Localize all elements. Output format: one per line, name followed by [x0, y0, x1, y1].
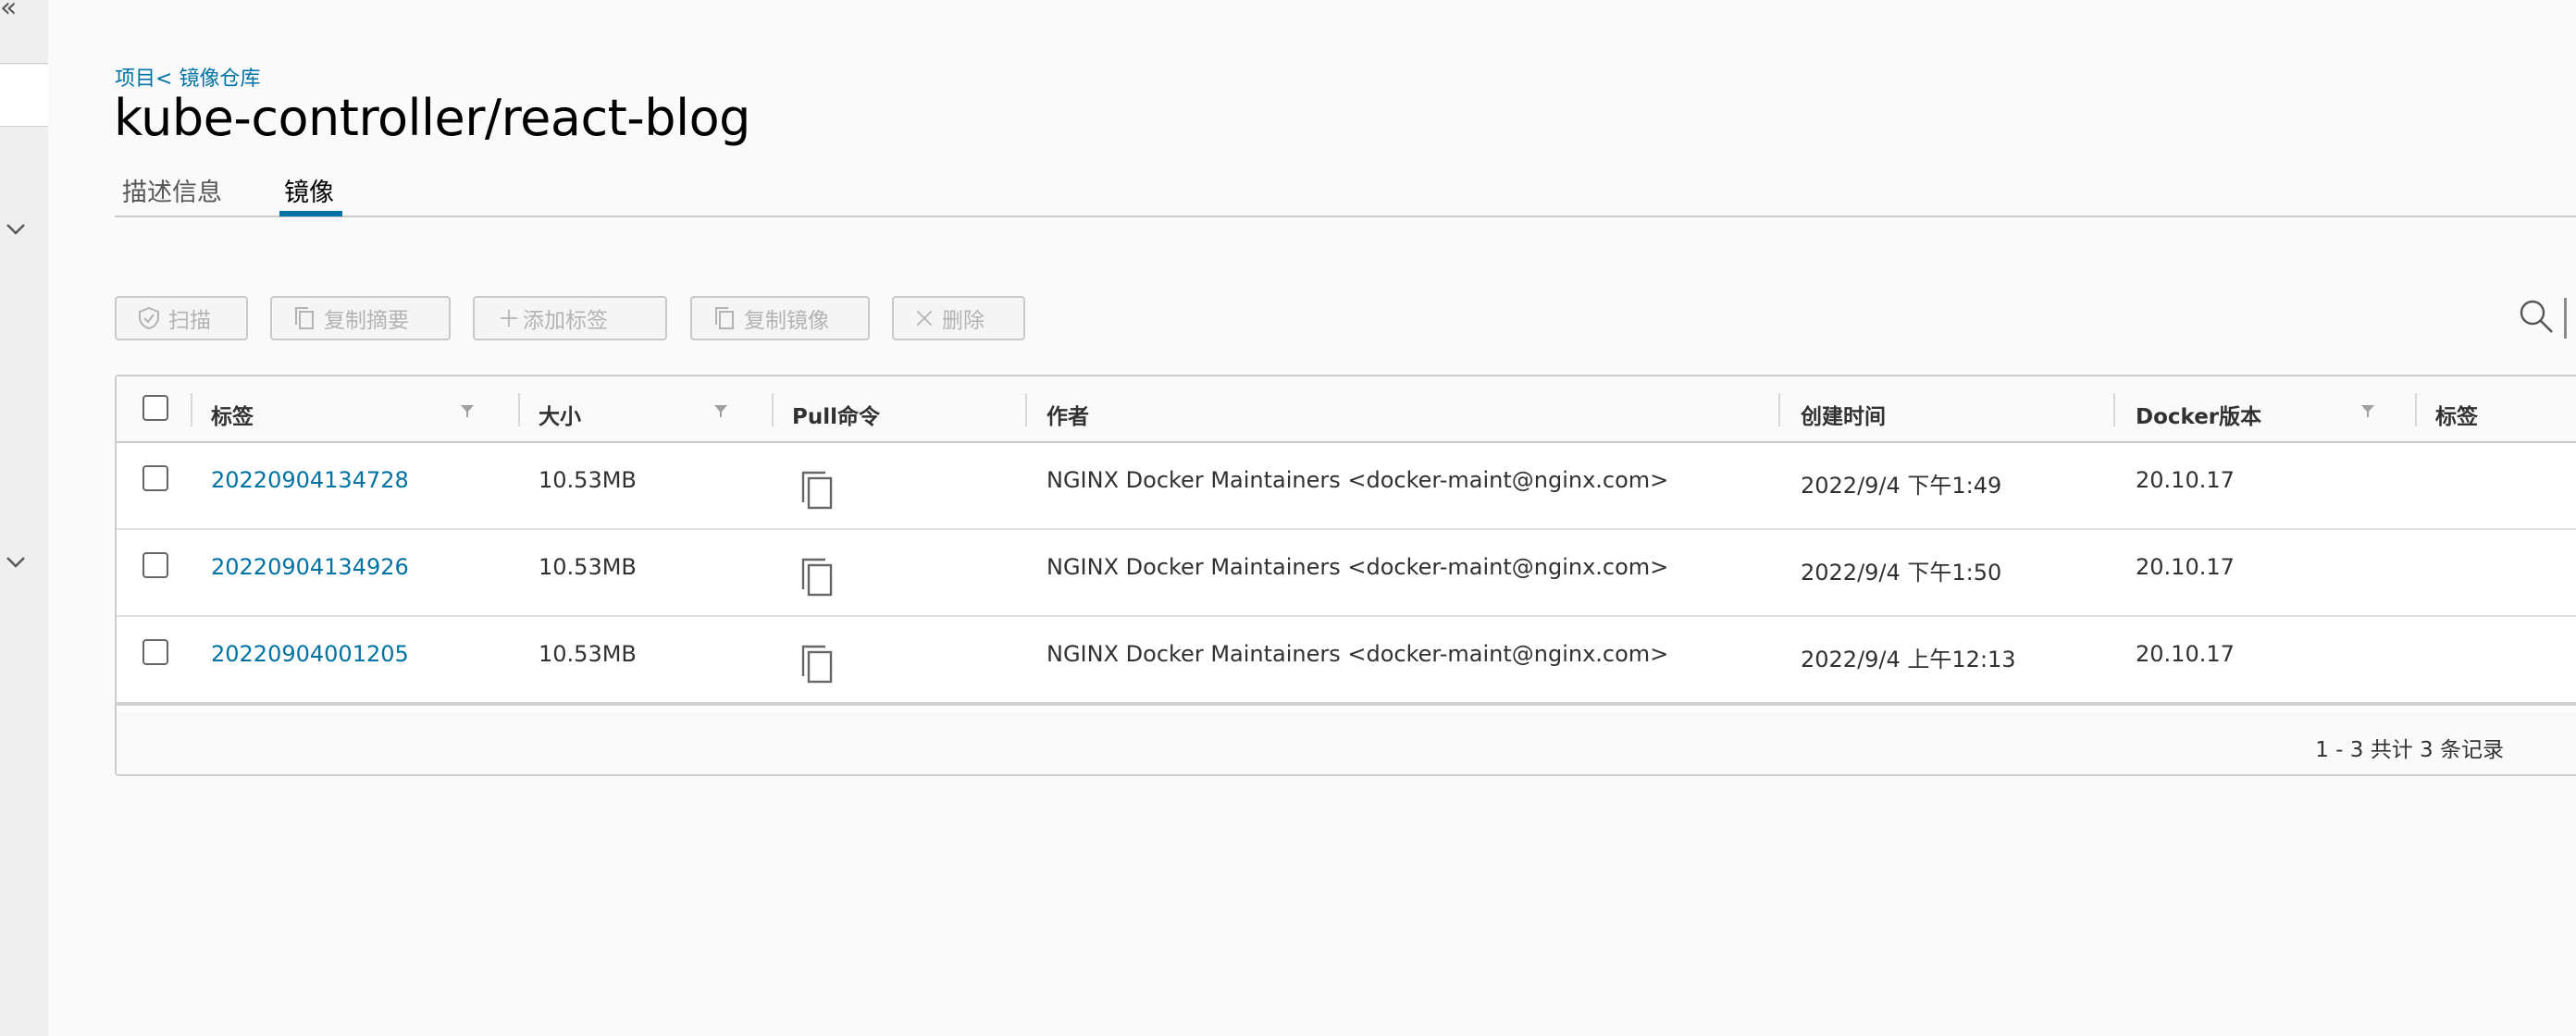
table-row[interactable]: 20220904134728 10.53MB NGINX Docker Main…	[117, 443, 2576, 530]
delete-button-label: 删除	[942, 309, 985, 333]
size-cell: 10.53MB	[539, 554, 637, 580]
filter-icon[interactable]	[2359, 402, 2376, 419]
author-cell: NGINX Docker Maintainers <docker-maint@n…	[1046, 641, 1669, 667]
copy-digest-button-label: 复制摘要	[324, 309, 409, 333]
tab-description[interactable]: 描述信息	[122, 172, 222, 208]
app-root: « 项目< 镜像仓库 kube-controller/react-blog 描述…	[0, 0, 2576, 1036]
filter-icon[interactable]	[459, 402, 476, 419]
select-all-checkbox[interactable]	[142, 395, 168, 421]
row-checkbox[interactable]	[142, 552, 168, 578]
docker-version-cell: 20.10.17	[2136, 467, 2235, 493]
column-separator	[1778, 393, 1780, 426]
copy-icon	[715, 307, 734, 329]
tag-link[interactable]: 20220904001205	[211, 641, 409, 667]
tag-link[interactable]: 20220904134926	[211, 554, 409, 580]
copy-image-button-label: 复制镜像	[744, 309, 829, 333]
size-cell: 10.53MB	[539, 641, 637, 667]
table-header: 标签 大小 Pull命令 作者 创建时间 Docker版本 标签	[117, 376, 2576, 443]
shield-check-icon	[139, 306, 159, 330]
column-header-tag[interactable]: 标签	[211, 399, 254, 430]
chevron-down-icon[interactable]	[4, 549, 28, 574]
active-tab-indicator	[279, 211, 342, 216]
tag-link[interactable]: 20220904134728	[211, 467, 409, 493]
collapse-sidebar-icon[interactable]: «	[0, 0, 17, 22]
column-header-created[interactable]: 创建时间	[1801, 399, 1886, 430]
search-divider	[2564, 298, 2567, 339]
breadcrumb-repository-link[interactable]: 镜像仓库	[179, 68, 260, 91]
breadcrumb-project-link[interactable]: 项目	[115, 68, 155, 91]
breadcrumb-separator: <	[155, 68, 173, 91]
chevron-down-icon[interactable]	[4, 216, 28, 240]
column-header-pull-command: Pull命令	[792, 405, 880, 429]
sidebar-active-item[interactable]	[0, 65, 48, 126]
column-separator	[1025, 393, 1027, 426]
search-icon[interactable]	[2518, 298, 2555, 335]
copy-icon	[295, 307, 314, 329]
author-cell: NGINX Docker Maintainers <docker-maint@n…	[1046, 467, 1669, 493]
sidebar: «	[0, 0, 48, 1036]
scan-button[interactable]: 扫描	[115, 296, 248, 340]
pagination-summary: 1 - 3 共计 3 条记录	[2315, 738, 2504, 762]
column-header-size[interactable]: 大小	[539, 399, 581, 430]
created-cell: 2022/9/4 上午12:13	[1801, 647, 2016, 672]
image-tags-table: 标签 大小 Pull命令 作者 创建时间 Docker版本 标签 2022090…	[115, 375, 2576, 776]
copy-image-button[interactable]: 复制镜像	[690, 296, 870, 340]
delete-button[interactable]: 删除	[892, 296, 1025, 340]
sidebar-divider	[0, 126, 48, 127]
column-separator	[191, 393, 192, 426]
created-cell: 2022/9/4 下午1:49	[1801, 473, 2002, 499]
plus-icon	[500, 309, 518, 327]
add-label-button[interactable]: 添加标签	[473, 296, 667, 340]
docker-version-cell: 20.10.17	[2136, 641, 2235, 667]
copy-pull-command-icon[interactable]	[798, 469, 836, 512]
created-cell: 2022/9/4 下午1:50	[1801, 560, 2002, 586]
tabs-divider	[115, 216, 2576, 217]
breadcrumb: 项目< 镜像仓库	[115, 62, 260, 92]
table-footer: 1 - 3 共计 3 条记录	[117, 711, 2576, 774]
sidebar-divider	[0, 63, 48, 64]
size-cell: 10.53MB	[539, 467, 637, 493]
add-label-button-label: 添加标签	[523, 309, 608, 333]
table-row[interactable]: 20220904001205 10.53MB NGINX Docker Main…	[117, 617, 2576, 706]
row-checkbox[interactable]	[142, 639, 168, 665]
column-separator	[2113, 393, 2115, 426]
column-header-docker-version[interactable]: Docker版本	[2136, 399, 2261, 430]
filter-icon[interactable]	[712, 402, 729, 419]
column-header-labels: 标签	[2435, 405, 2478, 429]
scan-button-label: 扫描	[168, 309, 211, 333]
tab-images[interactable]: 镜像	[284, 172, 334, 208]
row-checkbox[interactable]	[142, 465, 168, 491]
author-cell: NGINX Docker Maintainers <docker-maint@n…	[1046, 554, 1669, 580]
column-header-author: 作者	[1046, 405, 1089, 429]
copy-pull-command-icon[interactable]	[798, 556, 836, 598]
table-row[interactable]: 20220904134926 10.53MB NGINX Docker Main…	[117, 530, 2576, 617]
copy-pull-command-icon[interactable]	[798, 643, 836, 685]
column-separator	[2415, 393, 2417, 426]
docker-version-cell: 20.10.17	[2136, 554, 2235, 580]
close-icon	[916, 310, 933, 327]
column-separator	[518, 393, 520, 426]
page-title: kube-controller/react-blog	[114, 89, 750, 147]
copy-digest-button[interactable]: 复制摘要	[270, 296, 451, 340]
column-separator	[772, 393, 774, 426]
